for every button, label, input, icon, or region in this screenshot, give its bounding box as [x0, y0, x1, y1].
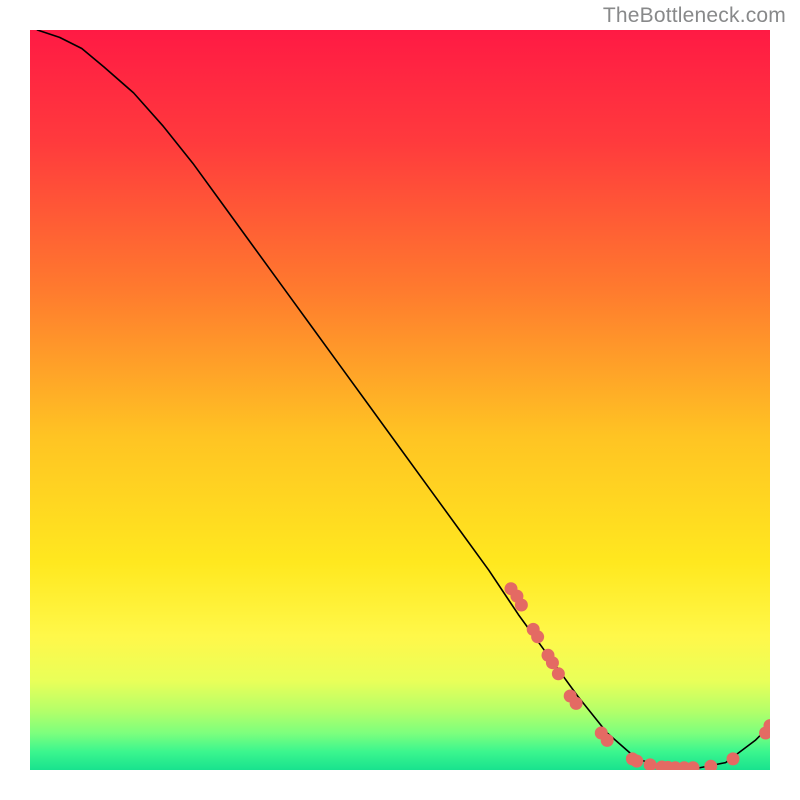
- watermark-text: TheBottleneck.com: [603, 4, 786, 28]
- scatter-point: [531, 630, 544, 643]
- scatter-point: [552, 667, 565, 680]
- chart-frame: TheBottleneck.com: [0, 0, 800, 800]
- scatter-point: [601, 734, 614, 747]
- chart-svg: [30, 30, 770, 770]
- scatter-point: [727, 752, 740, 765]
- scatter-point: [570, 697, 583, 710]
- scatter-point: [546, 656, 559, 669]
- gradient-background: [30, 30, 770, 770]
- plot-area: [30, 30, 770, 770]
- scatter-point: [515, 598, 528, 611]
- scatter-point: [630, 755, 643, 768]
